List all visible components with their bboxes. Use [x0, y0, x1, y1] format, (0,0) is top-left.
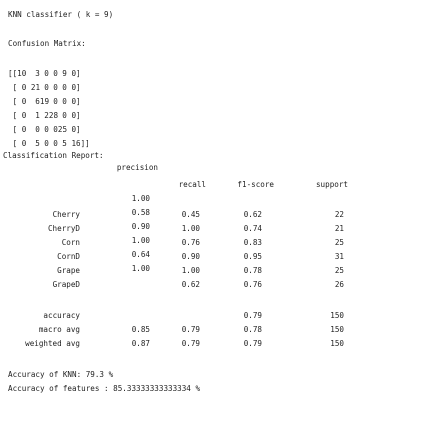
header-recall: recall — [178, 180, 206, 189]
cell-f1: 0.79 — [243, 311, 262, 320]
cell-f1: 0.78 — [243, 325, 262, 334]
cell-support: 22 — [334, 210, 344, 219]
cell-recall: 1.00 — [181, 224, 200, 233]
header-support: support — [315, 180, 348, 189]
row-label: Grape — [57, 266, 80, 275]
report-table: Cherry 1.00 0.45 0.62 22 CherryD 0.58 1.… — [0, 0, 344, 418]
knn-accuracy-line: Accuracy of KNN: 79.3 % — [8, 370, 114, 379]
cell-precision: 0.64 — [131, 250, 150, 259]
cell-precision: 1.00 — [131, 236, 150, 245]
cell-recall: 0.76 — [181, 238, 200, 247]
matrix-row: [ 0 21 0 0 0 0] — [8, 83, 81, 92]
cell-f1: 0.79 — [243, 339, 262, 348]
matrix-row: [ 0 1 228 0 0] — [8, 111, 81, 120]
cell-f1: 0.83 — [243, 238, 262, 247]
cell-recall: 0.45 — [181, 210, 200, 219]
cell-recall: 0.90 — [181, 252, 200, 261]
matrix-row: [[10 3009 0] — [8, 69, 81, 78]
console-output: KNN classifier ( k = 9) Confusion Matrix… — [0, 0, 442, 440]
cell-precision: 1.00 — [131, 194, 150, 203]
cell-recall: 0.79 — [181, 339, 200, 348]
cell-f1: 0.74 — [243, 224, 262, 233]
row-label: CornD — [57, 252, 80, 261]
header-precision: precision — [116, 163, 158, 172]
confusion-matrix-label: Confusion Matrix: — [8, 39, 86, 48]
cell-support: 150 — [330, 325, 344, 334]
cell-precision: 0.87 — [131, 339, 150, 348]
classifier-title: KNN classifier ( k = 9) — [8, 10, 114, 19]
cell-precision: 0.90 — [131, 222, 150, 231]
row-label: GrapeD — [52, 280, 80, 289]
header-f1: f1-score — [237, 180, 274, 189]
row-label: CherryD — [47, 224, 80, 233]
cell-f1: 0.76 — [243, 280, 262, 289]
row-label: Cherry — [52, 210, 80, 219]
cell-recall: 1.00 — [181, 266, 200, 275]
cell-support: 21 — [334, 224, 344, 233]
cell-f1: 0.78 — [243, 266, 262, 275]
row-label: Corn — [61, 238, 80, 247]
cell-support: 150 — [330, 339, 344, 348]
row-label: macro avg — [38, 325, 80, 334]
cell-precision: 0.85 — [131, 325, 150, 334]
cell-recall: 0.79 — [181, 325, 200, 334]
cell-support: 25 — [334, 266, 344, 275]
cell-support: 150 — [330, 311, 344, 320]
cell-support: 25 — [334, 238, 344, 247]
cell-precision: 1.00 — [131, 264, 150, 273]
cell-support: 26 — [334, 280, 344, 289]
row-label: weighted avg — [25, 339, 80, 348]
cell-support: 31 — [334, 252, 344, 261]
features-accuracy-line: Accuracy of features : 85.33333333333334… — [8, 384, 201, 393]
matrix-row: [ 0 5005 16]] — [8, 139, 90, 148]
cell-f1: 0.62 — [243, 210, 262, 219]
matrix-row: [ 0 0 0 025 0] — [8, 125, 81, 134]
cell-precision: 0.58 — [131, 208, 150, 217]
cell-f1: 0.95 — [243, 252, 262, 261]
row-label: accuracy — [43, 311, 80, 320]
matrix-row: [ 0 619 0 0 0] — [8, 97, 81, 106]
cell-recall: 0.62 — [181, 280, 200, 289]
